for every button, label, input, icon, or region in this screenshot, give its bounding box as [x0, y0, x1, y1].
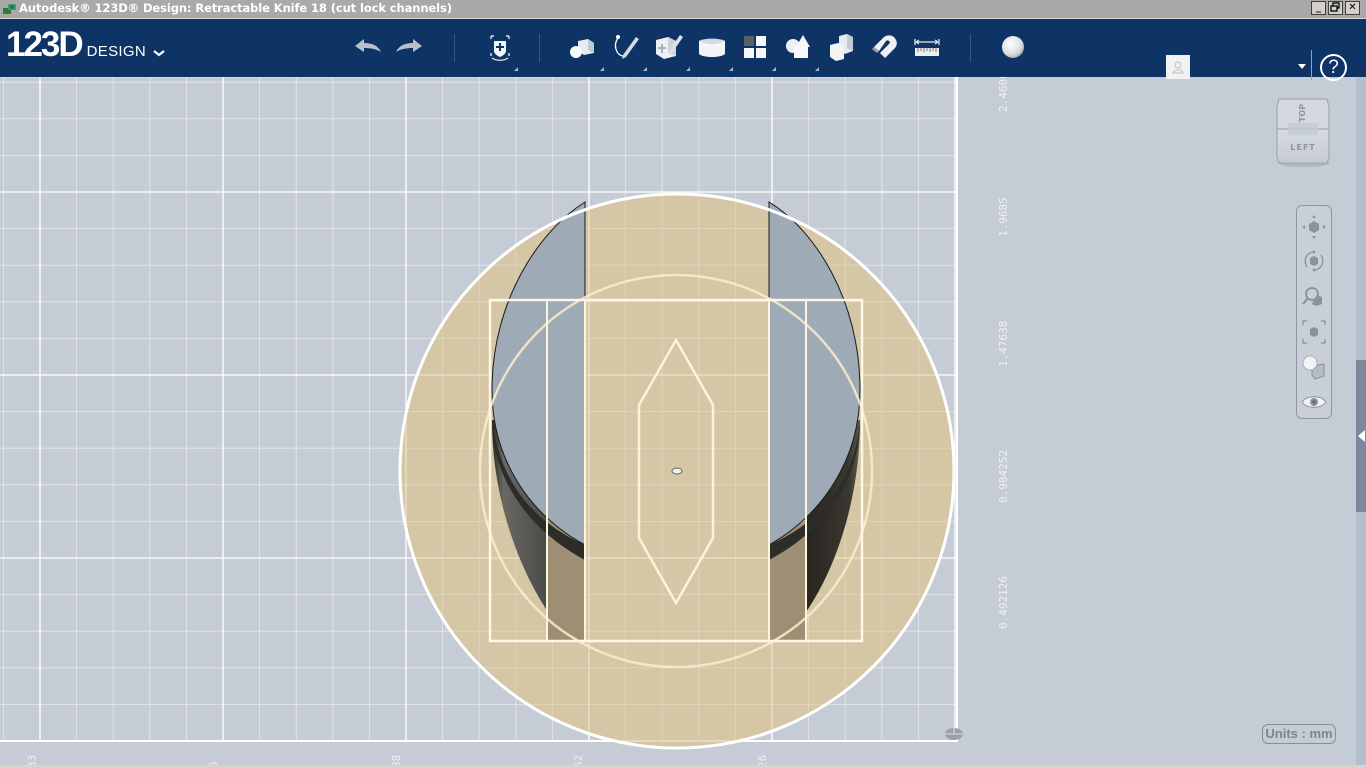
view-cube-top-label: TOP: [1298, 104, 1307, 122]
view-mode-button[interactable]: [1300, 353, 1328, 381]
submenu-arrow: [514, 67, 518, 71]
toolbar-separator: [454, 34, 455, 62]
fit-button[interactable]: [1300, 318, 1328, 346]
toolbar-separator: [539, 34, 540, 62]
modify-tool[interactable]: [696, 31, 728, 63]
submenu-arrow: [643, 67, 647, 71]
fit-to-view-icon: [1302, 320, 1326, 344]
title-bar: Autodesk® 123D® Design: Retractable Knif…: [0, 0, 1366, 19]
transform-tool[interactable]: [484, 31, 516, 63]
restore-button[interactable]: [1328, 1, 1343, 15]
ruler-label-vertical: 1.9685: [997, 197, 1010, 237]
logo-sub: DESIGN: [86, 43, 146, 60]
ruler-label-vertical: 0.492126: [997, 576, 1010, 629]
side-panel-toggle[interactable]: [1356, 360, 1366, 512]
grid-resize-handle[interactable]: [945, 728, 963, 740]
chevron-left-icon: [1358, 430, 1365, 442]
origin-marker: [671, 467, 683, 475]
eye-icon: [1301, 396, 1327, 408]
minimize-button[interactable]: _: [1311, 1, 1326, 15]
snap-tool[interactable]: [868, 31, 900, 63]
visibility-button[interactable]: [1300, 388, 1328, 416]
pan-icon: [1302, 215, 1326, 239]
combine-icon: [830, 34, 853, 61]
zoom-button[interactable]: [1300, 283, 1328, 311]
modify-icon: [699, 38, 725, 57]
submenu-arrow: [729, 67, 733, 71]
measure-tool[interactable]: [911, 31, 943, 63]
restore-icon: [1330, 2, 1340, 12]
user-icon: [1172, 61, 1184, 74]
toolbar-separator: [1311, 50, 1312, 80]
zoom-icon: [1302, 287, 1322, 306]
close-button[interactable]: ✕: [1345, 1, 1360, 15]
ruler-label-vertical: 1.47638: [997, 320, 1010, 367]
main-toolbar: 123D DESIGN ?: [0, 19, 1366, 81]
app-menu-button[interactable]: 123D DESIGN: [6, 25, 166, 64]
measure-ruler-icon: [914, 39, 940, 56]
sketch-icon: [614, 35, 639, 59]
grouping-icon: [786, 35, 810, 58]
ruler-label-vertical: 2.4606: [997, 77, 1010, 112]
material-sphere-icon: [1002, 36, 1024, 58]
ruler-label-vertical: 0.984252: [997, 450, 1010, 503]
navigation-bar: [1296, 205, 1332, 419]
grouping-tool[interactable]: [782, 31, 814, 63]
submenu-arrow: [686, 67, 690, 71]
snap-magnet-icon: [872, 35, 897, 58]
3d-viewport[interactable]: 2.4606 1.9685 1.47638 0.984252 0.492126 …: [0, 77, 1366, 768]
logo-main: 123D: [6, 25, 84, 64]
view-cube-front-label: LEFT: [1290, 143, 1315, 152]
orbit-button[interactable]: [1300, 247, 1328, 275]
transform-icon: [490, 35, 510, 61]
pattern-tool[interactable]: [739, 31, 771, 63]
orbit-icon: [1304, 250, 1324, 272]
pattern-icon: [744, 36, 766, 58]
construct-icon: [656, 35, 683, 59]
undo-icon: [355, 39, 381, 52]
submenu-arrow: [772, 67, 776, 71]
material-tool[interactable]: [997, 31, 1029, 63]
construct-tool[interactable]: [653, 31, 685, 63]
materials-outlines-icon: [1302, 355, 1325, 380]
units-button[interactable]: Units : mm: [1262, 724, 1336, 744]
submenu-arrow: [815, 67, 819, 71]
sketch-tool[interactable]: [609, 31, 641, 63]
account-dropdown[interactable]: [1298, 64, 1306, 69]
combine-tool[interactable]: [825, 31, 857, 63]
submenu-arrow: [600, 67, 604, 71]
view-cube[interactable]: TOP LEFT: [1276, 97, 1330, 167]
pan-button[interactable]: [1300, 213, 1328, 241]
account-button[interactable]: [1166, 55, 1190, 79]
primitives-tool[interactable]: [566, 31, 598, 63]
undo-button[interactable]: [351, 31, 383, 63]
redo-button[interactable]: [394, 31, 426, 63]
toolbar-separator: [970, 34, 971, 62]
chevron-down-icon: [153, 50, 165, 57]
redo-icon: [396, 39, 422, 52]
window-title: Autodesk® 123D® Design: Retractable Knif…: [19, 1, 452, 15]
app-icon: [3, 4, 16, 14]
design-canvas[interactable]: [0, 77, 1366, 768]
primitives-icon: [570, 39, 594, 58]
